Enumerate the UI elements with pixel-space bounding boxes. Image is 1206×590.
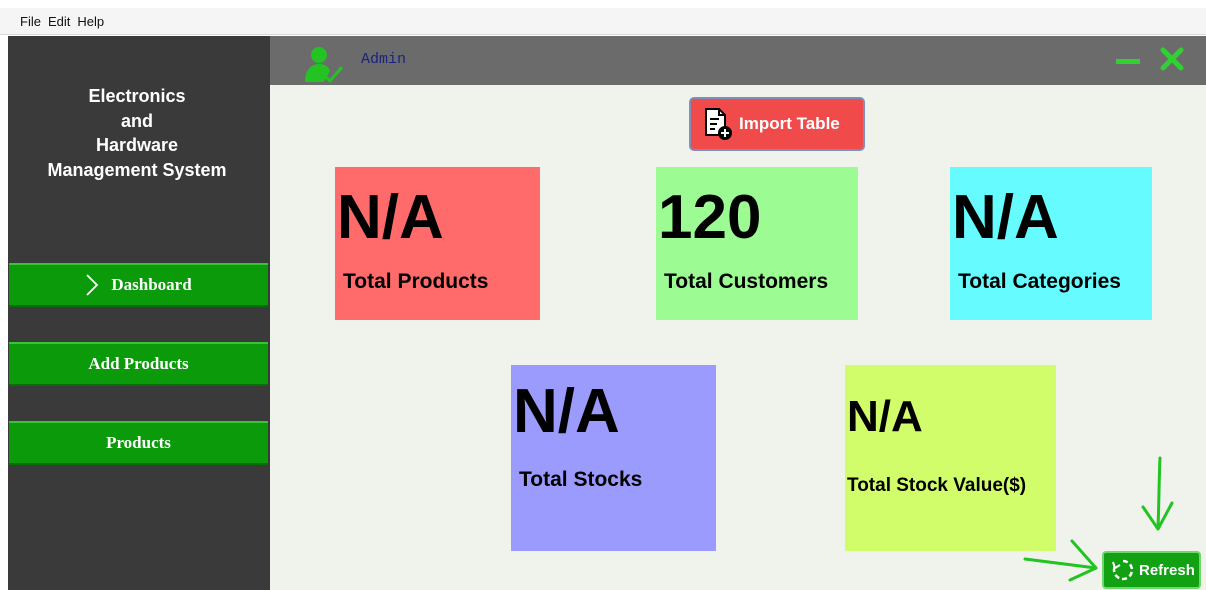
card-label: Total Categories — [958, 270, 1121, 293]
nav-add-products-button[interactable]: Add Products — [9, 342, 268, 386]
chevron-right-icon — [85, 273, 99, 297]
app-title-line-4: Management System — [47, 159, 227, 180]
refresh-button[interactable]: Refresh — [1102, 551, 1201, 589]
nav-dashboard-label: Dashboard — [111, 275, 192, 294]
annotation-arrow-down-icon — [1141, 456, 1174, 531]
import-table-button[interactable]: Import Table — [689, 97, 865, 151]
card-value: N/A — [337, 183, 444, 252]
annotation-arrow-right-icon — [1023, 539, 1098, 582]
app-title-line-3: Hardware — [95, 135, 179, 155]
card-total-stock-value: N/A Total Stock Value($) — [845, 365, 1056, 551]
card-label: Total Products — [343, 270, 489, 293]
card-value: 120 — [658, 183, 762, 252]
sidebar: Electronics and Hardware Management Syst… — [8, 36, 270, 590]
app-title-line-2: and — [120, 110, 153, 131]
card-label: Total Stock Value($) — [847, 475, 1027, 496]
close-icon[interactable] — [1160, 47, 1184, 76]
file-add-icon — [703, 107, 733, 141]
card-total-products: N/A Total Products — [335, 167, 540, 320]
card-total-categories: N/A Total Categories — [950, 167, 1152, 320]
minimize-icon[interactable] — [1116, 52, 1140, 70]
menu-file[interactable]: File — [20, 14, 41, 29]
menu-help[interactable]: Help — [77, 14, 104, 29]
app-title: Electronics and Hardware Management Syst… — [8, 84, 266, 182]
refresh-label: Refresh — [1139, 561, 1195, 579]
nav-products-label: Products — [106, 433, 171, 452]
card-label: Total Stocks — [519, 468, 643, 491]
nav-add-products-label: Add Products — [88, 354, 189, 373]
user-label: Admin — [361, 51, 407, 68]
nav-dashboard-button[interactable]: Dashboard — [9, 263, 268, 307]
card-value: N/A — [513, 377, 620, 446]
menu-edit[interactable]: Edit — [48, 14, 70, 29]
user-check-icon — [302, 44, 346, 89]
card-label: Total Customers — [664, 270, 829, 293]
nav-products-button[interactable]: Products — [9, 421, 268, 465]
card-total-customers: 120 Total Customers — [656, 167, 858, 320]
top-bar: Admin — [270, 36, 1206, 85]
card-value: N/A — [952, 183, 1059, 252]
import-table-label: Import Table — [739, 114, 840, 133]
menu-bar: File Edit Help — [0, 8, 1206, 35]
card-total-stocks: N/A Total Stocks — [511, 365, 716, 551]
refresh-icon — [1111, 558, 1135, 582]
dashboard-main: Import Table N/A Total Products 120 Tota… — [270, 85, 1206, 590]
card-value: N/A — [847, 392, 923, 441]
app-title-line-1: Electronics — [88, 86, 186, 106]
